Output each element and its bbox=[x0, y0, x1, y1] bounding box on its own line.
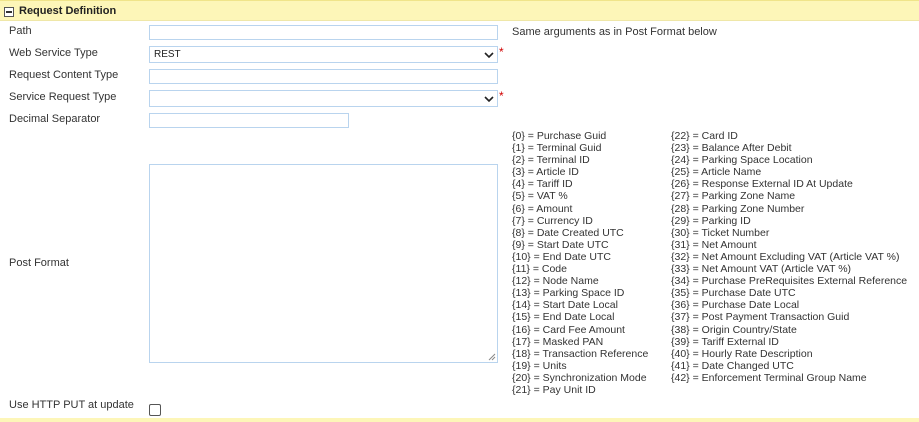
required-marker: * bbox=[499, 89, 504, 103]
format-code-item: {17} = Masked PAN bbox=[512, 335, 604, 348]
format-code-item: {38} = Origin Country/State bbox=[671, 323, 797, 336]
format-code-item: {28} = Parking Zone Number bbox=[671, 202, 805, 215]
use-http-put-label: Use HTTP PUT at update bbox=[9, 399, 134, 411]
chevron-down-icon bbox=[484, 52, 494, 59]
format-code-item: {26} = Response External ID At Update bbox=[671, 178, 853, 191]
service-request-type-select[interactable] bbox=[149, 90, 498, 107]
format-code-item: {14} = Start Date Local bbox=[512, 299, 618, 312]
resize-grip-icon[interactable] bbox=[488, 353, 496, 361]
format-codes-left: {0} = Purchase Guid {1} = Terminal Guid {2… bbox=[512, 130, 648, 396]
format-code-item: {25} = Article Name bbox=[671, 166, 762, 179]
format-code-item: {20} = Synchronization Mode bbox=[512, 371, 647, 384]
format-code-item: {7} = Currency ID bbox=[512, 214, 593, 227]
collapse-minus-icon[interactable] bbox=[4, 7, 14, 17]
format-code-item: {4} = Tariff ID bbox=[512, 178, 573, 191]
format-code-item: {16} = Card Fee Amount bbox=[512, 323, 625, 336]
post-format-label: Post Format bbox=[9, 257, 69, 269]
format-code-item: {15} = End Date Local bbox=[512, 311, 615, 324]
use-http-put-checkbox[interactable] bbox=[149, 404, 161, 416]
request-content-type-label: Request Content Type bbox=[9, 69, 119, 81]
required-marker: * bbox=[499, 45, 504, 59]
format-code-item: {24} = Parking Space Location bbox=[671, 154, 813, 167]
format-code-item: {35} = Purchase Date UTC bbox=[671, 287, 796, 300]
format-code-item: {22} = Card ID bbox=[671, 130, 738, 142]
format-code-item: {34} = Purchase PreRequisites External R… bbox=[671, 275, 908, 288]
format-code-item: {11} = Code bbox=[512, 263, 567, 276]
format-code-item: {10} = End Date UTC bbox=[512, 250, 611, 263]
format-code-item: {21} = Pay Unit ID bbox=[512, 383, 596, 396]
format-code-item: {19} = Units bbox=[512, 359, 567, 372]
section-bottom-border bbox=[0, 418, 919, 422]
format-code-item: {13} = Parking Space ID bbox=[512, 287, 625, 300]
format-code-item: {41} = Date Changed UTC bbox=[671, 359, 794, 372]
format-codes-right: {22} = Card ID {23} = Balance After Debit… bbox=[671, 130, 907, 384]
format-code-item: {42} = Enforcement Terminal Group Name bbox=[671, 371, 867, 384]
path-label: Path bbox=[9, 25, 32, 37]
format-code-item: {32} = Net Amount Excluding VAT (Article… bbox=[671, 250, 900, 263]
format-code-item: {1} = Terminal Guid bbox=[512, 142, 602, 155]
format-code-item: {5} = VAT % bbox=[512, 190, 568, 203]
section-header-request-definition[interactable]: Request Definition bbox=[0, 0, 919, 21]
web-service-type-label: Web Service Type bbox=[9, 47, 98, 59]
web-service-type-value: REST bbox=[154, 49, 181, 60]
format-code-item: {3} = Article ID bbox=[512, 166, 579, 179]
path-hint: Same arguments as in Post Format below bbox=[512, 26, 717, 38]
format-code-item: {9} = Start Date UTC bbox=[512, 238, 609, 251]
web-service-type-select[interactable]: REST bbox=[149, 46, 498, 63]
chevron-down-icon bbox=[484, 96, 494, 103]
request-content-type-input[interactable] bbox=[149, 69, 498, 84]
decimal-separator-label: Decimal Separator bbox=[9, 113, 101, 125]
format-code-item: {8} = Date Created UTC bbox=[512, 226, 624, 239]
format-code-item: {36} = Purchase Date Local bbox=[671, 299, 800, 312]
format-code-item: {18} = Transaction Reference bbox=[512, 347, 649, 360]
format-code-item: {0} = Purchase Guid bbox=[512, 130, 607, 142]
format-code-item: {30} = Ticket Number bbox=[671, 226, 770, 239]
path-input[interactable] bbox=[149, 25, 498, 40]
format-code-item: {37} = Post Payment Transaction Guid bbox=[671, 311, 850, 324]
format-code-item: {29} = Parking ID bbox=[671, 214, 751, 227]
post-format-textarea[interactable] bbox=[149, 164, 498, 363]
format-code-item: {31} = Net Amount bbox=[671, 238, 757, 251]
format-code-item: {23} = Balance After Debit bbox=[671, 142, 792, 155]
format-code-item: {2} = Terminal ID bbox=[512, 154, 590, 167]
decimal-separator-input[interactable] bbox=[149, 113, 349, 128]
service-request-type-label: Service Request Type bbox=[9, 91, 117, 103]
section-title: Request Definition bbox=[19, 5, 117, 17]
format-code-item: {6} = Amount bbox=[512, 202, 573, 215]
format-code-item: {40} = Hourly Rate Description bbox=[671, 347, 813, 360]
format-code-item: {12} = Node Name bbox=[512, 275, 599, 288]
format-code-item: {33} = Net Amount VAT (Article VAT %) bbox=[671, 263, 852, 276]
format-code-item: {39} = Tariff External ID bbox=[671, 335, 779, 348]
format-code-item: {27} = Parking Zone Name bbox=[671, 190, 796, 203]
